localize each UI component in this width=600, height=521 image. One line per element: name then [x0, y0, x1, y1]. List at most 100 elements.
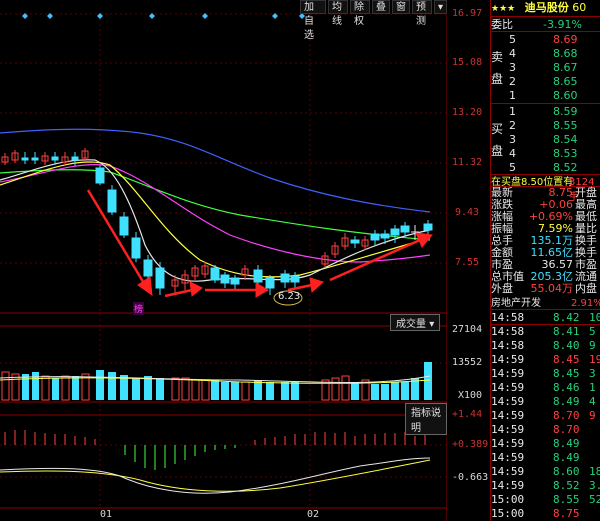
event-tag[interactable]: 榜: [133, 302, 145, 315]
stat-row: 外盘 55.04万 内盘: [491, 283, 600, 295]
tick-row: 14:59 8.52 3.3: [491, 479, 600, 493]
tick-volume: 19: [589, 353, 600, 366]
rating-stars: ★★★: [491, 4, 516, 14]
price-tick: 15.08: [452, 57, 483, 68]
tick-volume: 18: [589, 465, 600, 478]
tick-volume: 10: [589, 311, 600, 324]
tick-time: 14:59: [491, 465, 525, 478]
ma-button[interactable]: 均线: [327, 0, 348, 27]
stat-value: 55.04万: [530, 282, 574, 295]
stock-header: ★★★ 迪马股份 60: [491, 0, 600, 15]
tick-price: 8.70: [553, 423, 580, 436]
dropdown-icon[interactable]: ▾: [433, 0, 448, 14]
tick-time: 14:58: [491, 311, 525, 324]
tick-time: 14:59: [491, 479, 525, 492]
kline-chart[interactable]: 加自选 均线 除权 叠 窗 预测 ▾ 16.97 15.08 13.20 11.…: [0, 0, 488, 521]
tick-price: 8.42: [553, 311, 580, 324]
tick-volume: 5: [589, 325, 596, 338]
volume-indicator-tab[interactable]: 成交量 ▾: [390, 314, 441, 331]
low-price-label: 6.23: [278, 291, 301, 302]
stock-code: 60: [572, 1, 587, 14]
tick-price: 8.75: [553, 507, 580, 520]
tick-time: 14:58: [491, 325, 525, 338]
tick-time: 14:59: [491, 381, 525, 394]
tick-row: 15:00 8.75: [491, 507, 600, 521]
price-tick: 13.20: [452, 107, 483, 118]
price-tick: 16.97: [452, 8, 483, 19]
add-watchlist-button[interactable]: 加自选: [300, 0, 326, 41]
tick-row: 14:59 8.49: [491, 451, 600, 465]
weibi-row: 委比 -3.91%: [491, 17, 600, 32]
tick-time: 14:59: [491, 395, 525, 408]
stock-name: 迪马股份: [524, 1, 569, 14]
price-tick: 9.43: [455, 207, 480, 218]
ask-row[interactable]: 3 8.67: [491, 60, 600, 75]
indicator-tick: -0.663: [452, 472, 489, 483]
sector-label: 房地产开发: [491, 298, 541, 309]
tick-volume: 3: [589, 367, 596, 380]
tick-row: 14:59 8.70 9: [491, 409, 600, 423]
tick-price: 8.52: [553, 479, 580, 492]
price-tick: 11.32: [452, 157, 483, 168]
window-button[interactable]: 窗: [391, 0, 410, 14]
indicator-info-tab[interactable]: 指标说明: [405, 403, 447, 435]
macd-histogram: [0, 430, 431, 494]
tick-price: 8.40: [553, 339, 580, 352]
tick-row: 14:59 8.49: [491, 437, 600, 451]
tick-volume: 1: [589, 381, 596, 394]
tick-time: 14:58: [491, 339, 525, 352]
exright-button[interactable]: 除权: [349, 0, 370, 27]
price-tick: 7.55: [455, 257, 480, 268]
tick-volume: 4: [589, 395, 596, 408]
stat-right-label: 内盘: [575, 282, 597, 295]
chart-toolbar: 加自选 均线 除权 叠 窗 预测 ▾: [300, 0, 448, 41]
tick-row: 15:00 8.55 52.5: [491, 493, 600, 507]
tick-time: 14:59: [491, 437, 525, 450]
weibi-label: 委比: [491, 18, 513, 31]
tick-time: 15:00: [491, 507, 525, 520]
bid-row[interactable]: 1 8.59: [491, 104, 600, 119]
tick-row: 14:59 8.60 18: [491, 465, 600, 479]
ask-row[interactable]: 4 8.68: [491, 46, 600, 61]
tick-volume: 9: [589, 339, 596, 352]
stat-label: 外盘: [491, 282, 513, 295]
tick-volume: 52.5: [589, 493, 600, 506]
bid-row[interactable]: 2 8.55: [491, 118, 600, 133]
tick-price: 8.60: [553, 465, 580, 478]
tick-row: 14:58 8.42 10: [491, 311, 600, 325]
forecast-button[interactable]: 预测: [411, 0, 432, 27]
tick-price: 8.45: [553, 367, 580, 380]
tick-row: 14:58 8.41 5: [491, 325, 600, 339]
overlay-button[interactable]: 叠: [371, 0, 390, 14]
tick-time: 14:59: [491, 423, 525, 436]
tick-row: 14:58 8.40 9: [491, 339, 600, 353]
tick-time: 14:59: [491, 353, 525, 366]
tick-time: 15:00: [491, 493, 525, 506]
bid-row[interactable]: 4 8.53: [491, 146, 600, 161]
tick-price: 8.70: [553, 409, 580, 422]
bid-row[interactable]: 3 8.54: [491, 132, 600, 147]
tick-row: 14:59 8.46 1: [491, 381, 600, 395]
volume-unit: X100: [458, 390, 483, 401]
ask-row[interactable]: 1 8.60: [491, 88, 600, 103]
tick-time: 14:59: [491, 409, 525, 422]
ask-row[interactable]: 5 8.69: [491, 32, 600, 47]
tick-volume: 9: [589, 409, 596, 422]
event-markers: [22, 13, 305, 19]
tick-price: 8.45: [553, 353, 580, 366]
volume-bars: [0, 362, 432, 401]
tick-price: 8.55: [553, 493, 580, 506]
date-label: 02: [307, 509, 320, 520]
tick-price: 8.41: [553, 325, 580, 338]
quote-panel: ★★★ 迪马股份 60 委比 -3.91% 卖 盘 5 8.69 4 8.68 38…: [490, 0, 600, 521]
tick-volume: 3.3: [589, 479, 600, 492]
tick-row: 14:59 8.45 19: [491, 353, 600, 367]
tick-price: 8.49: [553, 451, 580, 464]
ask-row[interactable]: 2 8.65: [491, 74, 600, 89]
tick-time: 14:59: [491, 367, 525, 380]
weibi-value: -3.91%: [543, 18, 582, 31]
bid-row[interactable]: 5 8.52: [491, 160, 600, 175]
volume-tab-label: 成交量: [396, 319, 426, 330]
tick-row: 14:59 8.45 3: [491, 367, 600, 381]
volume-tick: 27104: [452, 324, 483, 335]
